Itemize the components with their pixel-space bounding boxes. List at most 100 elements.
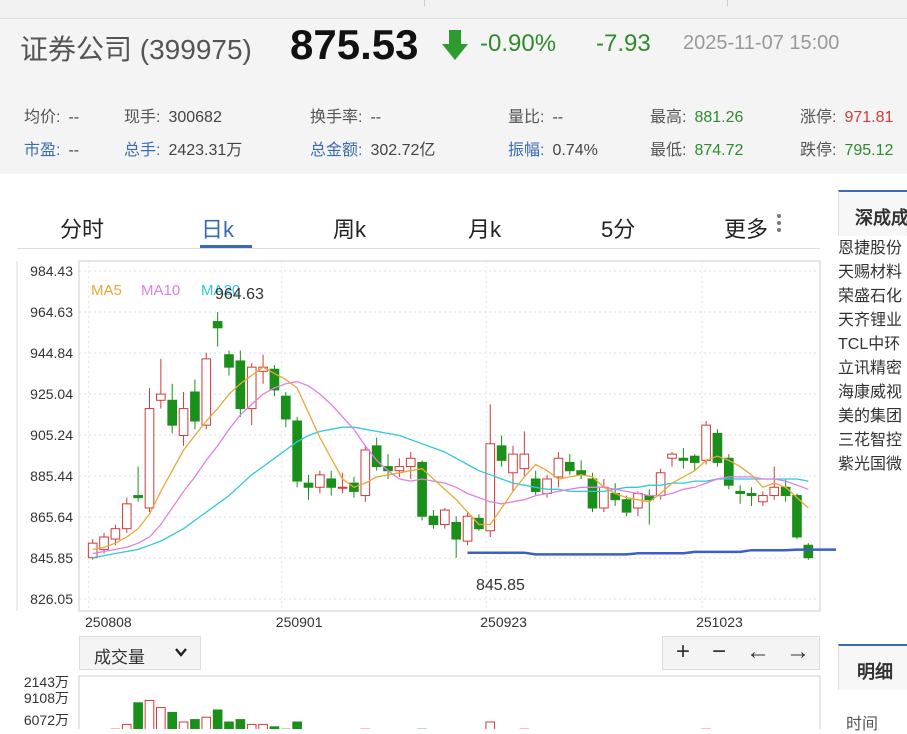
change-percent: -0.90%: [480, 30, 557, 57]
candle-body: [553, 457, 564, 478]
indicator-selector-label: 成交量: [94, 648, 145, 667]
candle-body: [212, 321, 223, 329]
y-tick-label: 865.64: [30, 509, 73, 525]
candle-body: [87, 542, 98, 559]
candle: [712, 429, 723, 467]
candle-body: [485, 443, 496, 532]
candle-body: [462, 515, 473, 542]
top-bar-divider: [727, 0, 728, 6]
x-tick-label: 250923: [480, 614, 527, 630]
candle-body: [689, 455, 700, 463]
more-dots-icon: [777, 214, 781, 235]
candle-body: [678, 457, 689, 461]
volume-bar: [144, 699, 155, 729]
stat-volume-ratio: 量比: --: [508, 109, 564, 126]
volume-bar: [167, 711, 178, 729]
zoom-in-button[interactable]: +: [664, 638, 702, 666]
current-price: 875.53: [290, 21, 419, 68]
candle-body: [190, 391, 200, 422]
candle-body: [440, 509, 450, 526]
y-tick-label: 925.04: [30, 386, 73, 402]
volume-tick-label: 9108万: [24, 690, 69, 706]
sidebar-title: 深成成: [838, 190, 907, 236]
y-tick-label: 826.05: [30, 591, 73, 607]
volume-bar: [156, 707, 166, 729]
detail-panel-title: 明细: [838, 644, 907, 690]
tab-daily-k[interactable]: 日k: [201, 212, 234, 244]
volume-chart[interactable]: 2143万9108万 6072万: [0, 672, 836, 729]
sidebar-stock-item[interactable]: 恩捷股份: [838, 234, 907, 258]
sidebar-stock-item[interactable]: 天齐锂业: [838, 306, 907, 330]
y-tick-label: 905.24: [30, 427, 73, 443]
y-tick-label: 885.44: [30, 468, 73, 484]
y-tick-label: 964.63: [30, 304, 73, 320]
volume-bar: [133, 702, 143, 729]
sidebar-stock-item[interactable]: 三花智控: [838, 426, 907, 450]
tab-5min[interactable]: 5分: [601, 212, 635, 244]
candle-body: [224, 354, 234, 368]
legend-ma10: MA10: [141, 282, 180, 299]
change-amount: -7.93: [596, 30, 651, 57]
tab-intraday[interactable]: 分时: [60, 212, 104, 244]
sidebar-stock-item[interactable]: TCL中环: [838, 330, 907, 354]
candle-body: [474, 517, 484, 530]
candle-body: [621, 499, 632, 513]
candle-body: [712, 432, 723, 463]
volume-bar: [246, 723, 257, 729]
candle-body: [110, 528, 121, 540]
sidebar-stock-item[interactable]: 天赐材料: [838, 258, 907, 282]
stat-pe[interactable]: 市盈: --: [24, 136, 79, 160]
tab-more[interactable]: 更多: [724, 212, 768, 244]
candle-body: [530, 478, 541, 492]
kline-chart[interactable]: 984.43 964.63 944.84 925.04 905.24 885.44 865.…: [0, 255, 836, 633]
stat-low: 最低: 874.72: [650, 142, 744, 159]
tab-weekly-k[interactable]: 周k: [333, 212, 366, 244]
candle-body: [542, 478, 552, 494]
candle-body: [508, 453, 518, 474]
stat-limit-down: 跌停: 795.12: [800, 142, 894, 159]
chart-tabs: 分时 日k 周k 月k 5分 更多: [17, 200, 820, 249]
stat-total-volume[interactable]: 总手: 2423.31万: [124, 136, 242, 160]
pan-left-button[interactable]: ←: [739, 638, 777, 666]
candle-body: [405, 457, 416, 468]
candle-body: [394, 466, 405, 472]
volume-bar: [292, 721, 302, 729]
stat-limit-up: 涨停: 971.81: [800, 109, 894, 126]
pan-right-button[interactable]: →: [779, 638, 817, 666]
sidebar-stock-item[interactable]: 紫光国微: [838, 450, 907, 474]
tab-monthly-k[interactable]: 月k: [468, 212, 501, 244]
volume-bar: [178, 721, 189, 729]
sidebar-stock-item[interactable]: 荣盛石化: [838, 282, 907, 306]
stock-name: 证券公司 (399975): [20, 34, 252, 65]
sidebar-stock-item[interactable]: 立讯精密: [838, 354, 907, 378]
candle-body: [315, 474, 325, 488]
candle-body: [292, 420, 302, 482]
candle-body: [735, 490, 745, 494]
zoom-controls: + − ← →: [662, 636, 820, 670]
volume-bar: [190, 719, 200, 729]
stat-amplitude[interactable]: 振幅: 0.74%: [508, 136, 598, 160]
x-tick-label: 250901: [276, 614, 323, 630]
candle-body: [496, 445, 507, 461]
sidebar-stock-item[interactable]: 海康威视: [838, 378, 907, 402]
candle-body: [156, 393, 166, 401]
candle-body: [235, 360, 246, 410]
candle-body: [769, 486, 780, 497]
candle-body: [519, 453, 530, 470]
low-annotation: 845.85: [476, 577, 525, 594]
candle: [701, 421, 711, 465]
candle: [587, 472, 598, 513]
indicator-selector[interactable]: 成交量: [79, 636, 201, 670]
volume-tick-label: 6072万: [24, 712, 69, 728]
candle-body: [746, 492, 757, 497]
top-bar: [0, 0, 907, 19]
stat-turnover-rate: 换手率: --: [310, 109, 382, 126]
volume-bar: [235, 719, 246, 729]
zoom-out-button[interactable]: −: [700, 638, 738, 666]
candle: [360, 445, 371, 502]
sidebar-stock-item[interactable]: 美的集团: [838, 402, 907, 426]
candle: [292, 416, 302, 488]
stat-total-amount[interactable]: 总金额: 302.72亿: [310, 136, 435, 160]
active-tab-indicator: [200, 245, 252, 248]
sidebar-stock-list: 恩捷股份 天赐材料 荣盛石化 天齐锂业 TCL中环 立讯精密 海康威视 美的集团…: [838, 234, 907, 634]
